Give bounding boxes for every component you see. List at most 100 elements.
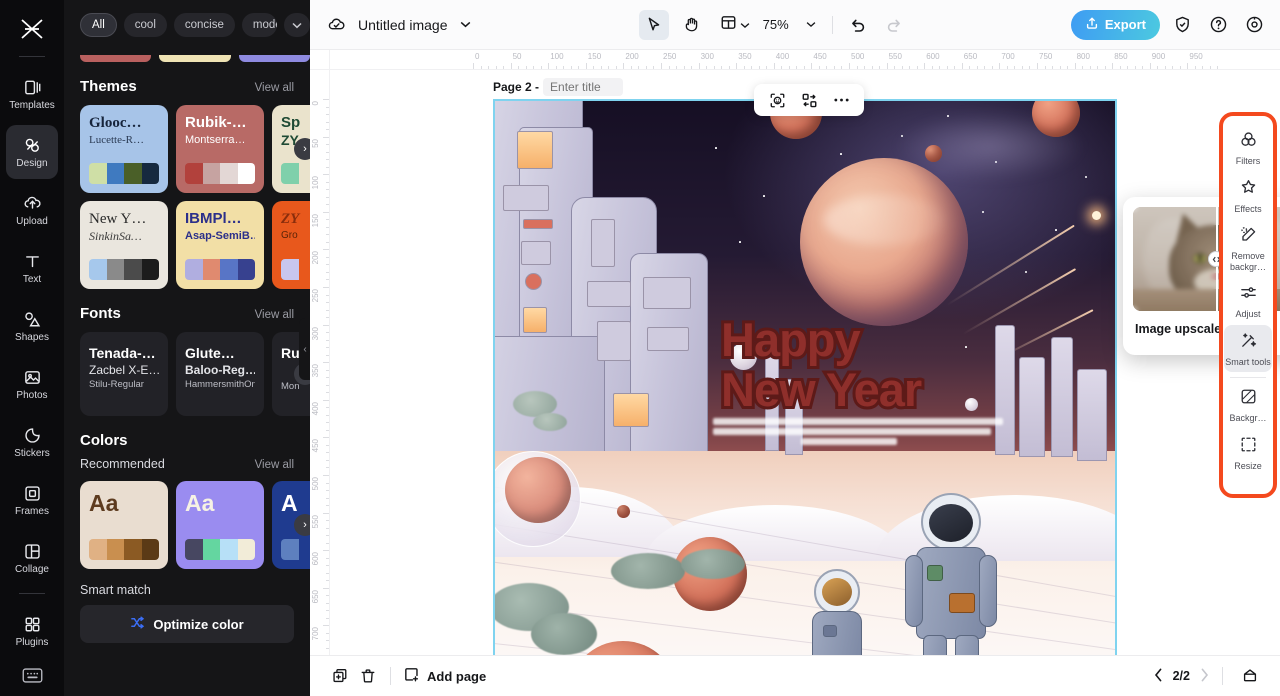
background-icon [1239,387,1258,411]
chip-concise[interactable]: concise [173,13,235,37]
fonts-section-header: Fonts View all [64,289,310,332]
ellipsis-icon[interactable] [828,87,854,113]
chip-modern[interactable]: modern [241,13,277,37]
ruler-tick [713,66,715,69]
add-page-button[interactable]: Add page [403,666,486,686]
export-button[interactable]: Export [1070,9,1161,40]
tool-filters[interactable]: Filters [1224,124,1272,172]
top-toolbar: Untitled image 75% Export [310,0,1280,50]
zoom-chevron-down-icon[interactable] [801,11,821,39]
ruler-tick [323,512,329,514]
document-title[interactable]: Untitled image [358,17,448,33]
ruler-tick [326,595,329,597]
sidebar-item-shapes[interactable]: Shapes [6,299,58,353]
horizontal-ruler[interactable]: 0 50 100 150 200 250 300 350 400 450 500 550 600 650 7… [310,50,1280,70]
chip-cool[interactable]: cool [123,13,167,37]
color-card[interactable]: Aa [80,481,168,569]
artboard[interactable]: Happy New Year [493,99,1117,655]
theme-card[interactable]: IBMPl… Asap-SemiB… [176,201,264,289]
capcut-logo-icon[interactable] [12,10,52,48]
ruler-tick [323,287,329,288]
theme-card-sub: Asap-SemiB… [185,230,255,242]
canvas-workspace: 0 50 100 150 200 250 300 350 400 450 500 550 600 650 7… [310,50,1280,655]
ruler-tick [1187,63,1189,69]
ruler-tick [323,399,329,401]
tool-adjust[interactable]: Adjust [1224,277,1272,325]
dashed-frame-face-icon[interactable] [764,87,790,113]
ruler-tick [946,66,948,69]
fonts-view-all[interactable]: View all [255,309,294,321]
ruler-tick [510,63,512,69]
hand-tool-button[interactable] [677,10,707,40]
chevron-down-icon[interactable] [456,11,476,39]
settings-gear-icon[interactable] [1240,11,1268,39]
sidebar-item-frames[interactable]: Frames [6,473,58,527]
sidebar-item-plugins[interactable]: Plugins [6,604,58,658]
plugins-icon [23,615,42,634]
ruler-tick [758,66,760,69]
stickers-icon [23,426,42,445]
peek-card-1[interactable] [80,55,152,62]
cloud-saved-icon[interactable] [322,11,350,39]
vertical-ruler[interactable]: 0 50 100 150 200 250 300 350 400 450 500 550 600 650 7… [310,50,330,655]
smart-match-label: Smart match [80,583,151,597]
sidebar-item-upload[interactable]: Upload [6,183,58,237]
panel-collapse-handle[interactable]: ‹ [299,318,310,380]
themes-view-all[interactable]: View all [255,82,294,94]
ruler-tick [326,647,329,649]
sidebar-item-collage[interactable]: Collage [6,531,58,585]
headline-line-2: New Year [718,362,925,418]
undo-icon[interactable] [844,11,872,39]
tool-resize[interactable]: Resize [1224,429,1272,477]
peek-card-3[interactable] [238,55,310,62]
font-card[interactable]: Tenada-… Zacbel X-E… Stilu-Regular [80,332,168,416]
select-tool-button[interactable] [638,9,669,40]
page-grid-icon[interactable] [1236,662,1264,690]
trash-icon[interactable] [354,662,382,690]
filter-chip-row: All cool concise modern [64,0,310,48]
layout-selector[interactable] [715,10,755,40]
chevron-down-icon[interactable] [284,13,310,37]
sidebar-item-templates[interactable]: Templates [6,67,58,121]
theme-card-title: Glooc… [89,115,142,131]
shield-check-icon[interactable] [1168,11,1196,39]
optimize-color-button[interactable]: Optimize color [80,605,294,643]
page-title-input[interactable] [543,78,624,96]
tool-remove-background[interactable]: Remove backgr… [1224,219,1272,277]
theme-card[interactable]: Rubik-… Montserra… [176,105,264,193]
duplicate-page-icon[interactable] [326,662,354,690]
color-card[interactable]: Aa [176,481,264,569]
font-card[interactable]: Glute… Baloo-Reg… HammersmithOn… [176,332,264,416]
ruler-tick [698,63,700,69]
peek-card-2[interactable] [159,55,231,62]
ruler-tick [326,129,329,131]
sidebar-item-design[interactable]: Design [6,125,58,179]
ruler-tick [540,66,542,69]
theme-card[interactable]: New Y… SinkinSa… [80,201,168,289]
themes-carousel-next[interactable]: › [294,138,310,160]
arrange-layers-icon[interactable] [796,87,822,113]
colors-view-all[interactable]: View all [255,459,294,471]
sidebar-item-photos[interactable]: Photos [6,357,58,411]
ruler-tick-label: 50 [512,52,522,61]
tool-background[interactable]: Backgr… [1224,381,1272,429]
bottom-divider [390,667,391,685]
prev-page-icon[interactable] [1154,668,1163,685]
page-indicator: 2/2 [1172,669,1190,683]
tool-effects[interactable]: Effects [1224,172,1272,220]
blurred-body-text[interactable] [713,418,1003,448]
next-page-icon[interactable] [1200,668,1209,685]
remove-background-icon [1239,225,1258,249]
ruler-tick [1029,66,1031,69]
theme-card[interactable]: Glooc… Lucette-R… [80,105,168,193]
sidebar-item-text[interactable]: Text [6,241,58,295]
colors-carousel-next[interactable]: › [294,514,310,536]
help-circle-icon[interactable] [1204,11,1232,39]
ruler-tick [593,66,595,69]
chip-all[interactable]: All [80,13,117,37]
sidebar-item-stickers[interactable]: Stickers [6,415,58,469]
headline-text[interactable]: Happy New Year [718,312,1111,418]
shortcuts-keyboard-icon[interactable] [0,667,64,684]
theme-card[interactable]: ZY Gro [272,201,310,289]
tool-smart-tools[interactable]: Smart tools [1224,324,1272,372]
